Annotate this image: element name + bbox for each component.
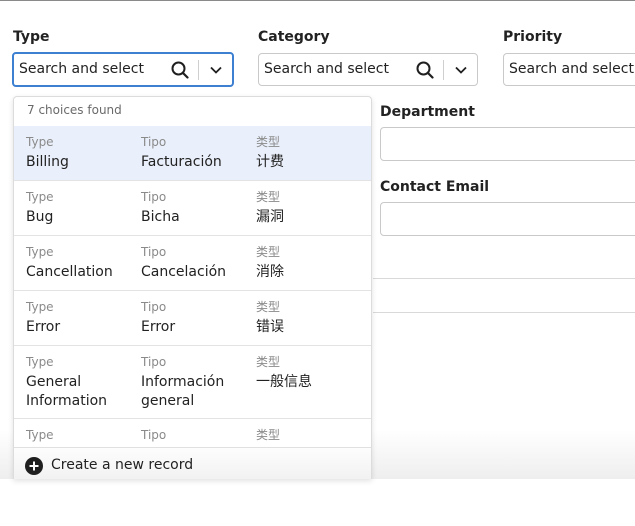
option-value-es: Cancelación xyxy=(141,264,227,280)
option-value-es: Facturación xyxy=(141,154,222,170)
option-value-en: General Information xyxy=(26,374,108,409)
option-value-en: Cancellation xyxy=(26,264,113,280)
column-key-zh: 类型 xyxy=(256,135,281,149)
options-list[interactable]: Type Billing Tipo Facturación 类型 计费 Type Bug… xyxy=(14,126,371,459)
column-key-tipo: Tipo xyxy=(141,135,167,149)
priority-placeholder[interactable]: Search and select xyxy=(509,61,634,77)
column-key-tipo: Tipo xyxy=(141,245,167,259)
column-key-type: Type xyxy=(26,355,54,369)
option-value-es: Bicha xyxy=(141,209,180,225)
type-dropdown-listbox[interactable]: 7 choices found Type Billing Tipo Facturac… xyxy=(13,96,372,479)
option-value-zh: 消除 xyxy=(256,264,284,280)
blank-area xyxy=(0,479,635,526)
contact-email-input[interactable] xyxy=(380,202,635,236)
combo-separator xyxy=(443,60,444,80)
priority-label: Priority xyxy=(503,29,563,45)
column-key-zh: 类型 xyxy=(256,355,281,369)
column-key-tipo: Tipo xyxy=(141,428,167,442)
column-key-type: Type xyxy=(26,245,54,259)
option-cancellation[interactable]: Type Cancellation Tipo Cancelación 类型消除 xyxy=(14,236,371,291)
option-value-zh: 漏洞 xyxy=(256,209,284,225)
option-value-zh: 错误 xyxy=(256,319,284,335)
column-key-tipo: Tipo xyxy=(141,355,167,369)
column-key-type: Type xyxy=(26,428,54,442)
section-divider xyxy=(373,312,635,313)
type-combobox[interactable]: Search and select xyxy=(12,52,234,87)
column-key-zh: 类型 xyxy=(256,245,281,259)
option-billing[interactable]: Type Billing Tipo Facturación 类型计费 xyxy=(14,126,371,181)
option-value-es: Error xyxy=(141,319,176,335)
dropdown-header: 7 choices found xyxy=(14,97,371,127)
column-key-type: Type xyxy=(26,190,54,204)
option-value-en: Error xyxy=(26,319,61,335)
create-new-record-button[interactable]: Create a new record xyxy=(14,447,371,479)
department-input[interactable] xyxy=(380,127,635,161)
category-combobox[interactable]: Search and select xyxy=(258,53,478,86)
search-icon[interactable] xyxy=(171,61,189,79)
column-key-zh: 类型 xyxy=(256,428,281,442)
priority-combobox[interactable]: Search and select xyxy=(503,53,635,86)
option-value-zh: 一般信息 xyxy=(256,374,312,390)
option-value-es: Información general xyxy=(141,374,225,409)
contact-email-label: Contact Email xyxy=(380,179,490,195)
chevron-down-icon[interactable] xyxy=(453,62,469,78)
section-divider xyxy=(373,278,635,279)
plus-circle-icon[interactable] xyxy=(25,457,43,475)
column-key-zh: 类型 xyxy=(256,190,281,204)
type-label: Type xyxy=(13,29,50,45)
category-label: Category xyxy=(258,29,330,45)
column-key-type: Type xyxy=(26,300,54,314)
option-bug[interactable]: Type Bug Tipo Bicha 类型漏洞 xyxy=(14,181,371,236)
column-key-type: Type xyxy=(26,135,54,149)
combo-separator xyxy=(198,60,199,80)
column-key-tipo: Tipo xyxy=(141,190,167,204)
department-label: Department xyxy=(380,104,475,120)
search-icon[interactable] xyxy=(416,61,434,79)
option-value-en: Billing xyxy=(26,154,69,170)
option-value-zh: 计费 xyxy=(256,154,284,170)
choices-count: 7 choices found xyxy=(27,103,122,117)
create-new-record-label[interactable]: Create a new record xyxy=(51,457,193,473)
type-placeholder[interactable]: Search and select xyxy=(19,61,144,77)
option-general-information[interactable]: Type General Information Tipo Información … xyxy=(14,346,371,419)
column-key-zh: 类型 xyxy=(256,300,281,314)
category-placeholder[interactable]: Search and select xyxy=(264,61,389,77)
option-value-en: Bug xyxy=(26,209,54,225)
column-key-tipo: Tipo xyxy=(141,300,167,314)
option-error[interactable]: Type Error Tipo Error 类型错误 xyxy=(14,291,371,346)
chevron-down-icon[interactable] xyxy=(208,62,224,78)
top-divider xyxy=(0,0,635,1)
